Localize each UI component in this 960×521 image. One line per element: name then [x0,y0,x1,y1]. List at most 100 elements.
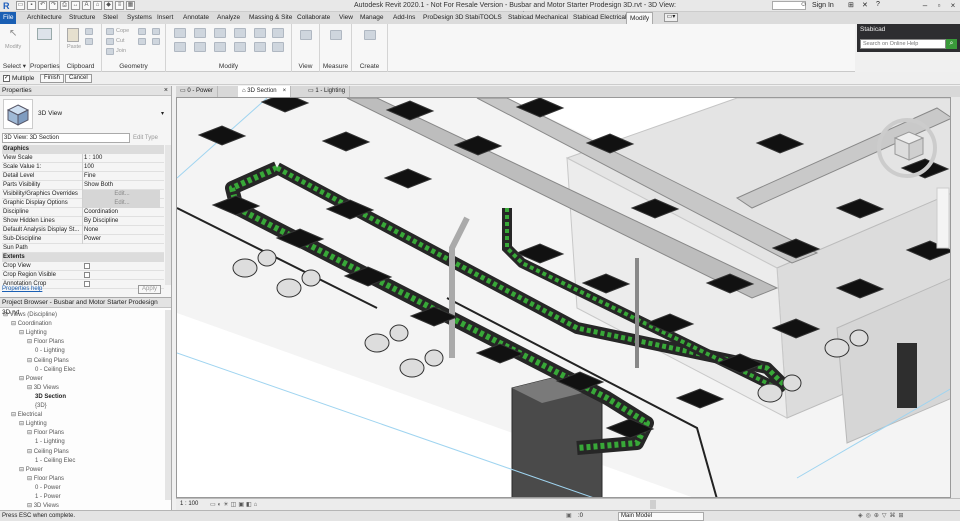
view-icon[interactable] [300,30,312,40]
tab-massing-site[interactable]: Massing & Site [246,12,295,24]
tab-modify[interactable]: Modify [626,12,654,24]
section-extents[interactable]: Extents [2,253,164,262]
model-selector[interactable]: Main Model [618,512,704,521]
tab-annotate[interactable]: Annotate [180,12,212,24]
browser-node[interactable]: ⊟ Ceiling Plans [27,357,69,366]
browser-node[interactable]: ⊟ Power [19,466,43,475]
paint-icon[interactable] [152,28,160,35]
modify-tool-label[interactable]: Modify [5,44,21,50]
demolish-icon[interactable] [152,38,160,45]
join-label[interactable]: Join [116,48,126,54]
property-row[interactable]: Graphic Display Options Edit... [2,199,164,208]
property-value[interactable]: Coordination [82,208,160,217]
cut-geometry-icon[interactable] [106,38,114,45]
tab-collaborate[interactable]: Collaborate [294,12,333,24]
multiple-checkbox[interactable]: ✓ [3,75,10,82]
properties-scrollbar[interactable] [165,145,171,285]
view-tab-3d-section[interactable]: ⌂ 3D Section × [238,86,292,97]
browser-scrollbar[interactable] [165,310,171,500]
browser-node[interactable]: 1 - Ceiling Elec [35,457,75,466]
property-checkbox[interactable] [84,263,90,269]
print-icon[interactable]: ⎙ [60,1,69,10]
collapse-icon[interactable]: ⊟ [19,467,26,473]
measure-tool-icon[interactable] [330,30,342,40]
horizontal-scrollbar[interactable] [650,500,656,509]
split-icon[interactable] [194,42,206,52]
browser-node[interactable]: ⊟ 3D Views [27,384,59,393]
create-icon[interactable] [364,30,376,40]
collapse-icon[interactable]: ⊟ [3,312,10,318]
browser-node[interactable]: ⊟ Floor Plans [27,429,64,438]
paste-label[interactable]: Paste [67,44,81,50]
property-row[interactable]: Sub-Discipline Power [2,235,164,244]
tab-view[interactable]: View [336,12,356,24]
offset-icon[interactable] [194,28,206,38]
3d-viewport[interactable] [176,97,951,498]
thin-lines-icon[interactable]: ≡ [115,1,124,10]
move-icon[interactable] [234,28,246,38]
property-row[interactable]: Visibility/Graphics Overrides Edit... [2,190,164,199]
property-value[interactable]: Edit... [82,199,160,208]
save-icon[interactable]: ▪ [27,1,36,10]
model-canvas[interactable] [177,98,951,498]
browser-node[interactable]: ⊟ Lighting [19,420,47,429]
property-row[interactable]: Discipline Coordination [2,208,164,217]
collapse-icon[interactable]: ⊟ [19,376,26,382]
collapse-icon[interactable]: ⊟ [27,358,34,364]
property-value[interactable]: None [82,226,160,235]
mirror-axis-icon[interactable] [214,28,226,38]
property-row[interactable]: Detail Level Fine [2,172,164,181]
selection-filter-icons[interactable]: ◈◎⊕▽⌘⊞ [858,512,907,519]
tab-steel[interactable]: Steel [100,12,121,24]
help-icon[interactable]: ? [876,1,880,8]
close-icon[interactable]: × [277,88,287,94]
properties-icon[interactable] [37,28,52,40]
viewport-scrollbar[interactable] [951,97,960,498]
tab-add-ins[interactable]: Add-Ins [390,12,418,24]
tab-manage[interactable]: Manage [357,12,387,24]
section-graphics[interactable]: Graphics [2,145,164,154]
cope-label[interactable]: Cope [116,28,129,34]
property-checkbox[interactable] [84,281,90,287]
browser-node[interactable]: ⊟ Ceiling Plans [27,448,69,457]
edit-type-button[interactable]: Edit Type [133,133,169,143]
tab-prodesign-3d[interactable]: ProDesign 3D [420,12,466,24]
collapse-icon[interactable]: ⊟ [19,330,26,336]
cut-icon[interactable] [85,38,93,45]
property-value[interactable]: 100 [82,163,160,172]
section-icon[interactable]: ◆ [104,1,113,10]
maximize-button[interactable]: ▫ [932,0,946,12]
undo-icon[interactable]: ↶ [38,1,47,10]
stabicad-search-input[interactable] [860,39,946,49]
3d-view-icon[interactable]: ⌂ [93,1,102,10]
browser-node[interactable]: 0 - Power [35,484,61,493]
collapse-icon[interactable]: ⊟ [19,421,26,427]
search-icon[interactable]: ⌕ [946,39,957,49]
paste-icon[interactable] [67,28,79,42]
properties-help-link[interactable]: Properties help [2,286,42,292]
close-icon[interactable]: × [164,87,168,94]
tab-structure[interactable]: Structure [66,12,98,24]
rotate-icon[interactable] [272,28,284,38]
switch-windows-icon[interactable]: ▦ [126,1,135,10]
array-icon[interactable] [214,42,226,52]
tab-stabicad-mechanical[interactable]: Stabicad Mechanical [505,12,571,24]
browser-node[interactable]: 0 - Lighting [35,347,65,356]
browser-node[interactable]: 0 - Ceiling Elec [35,366,75,375]
property-value[interactable]: Power [82,235,160,244]
cope-icon[interactable] [106,28,114,35]
view-tab-1-lighting[interactable]: ▭ 1 - Lighting [304,86,351,97]
browser-node[interactable]: ⊟ Lighting [19,329,47,338]
property-value[interactable]: By Discipline [82,217,160,226]
property-value[interactable]: Fine [82,172,160,181]
cursor-icon[interactable]: ↖ [9,28,17,39]
property-value[interactable]: Edit... [82,190,160,199]
tab-stabicad-electrical[interactable]: Stabicad Electrical [570,12,629,24]
property-row[interactable]: Parts Visibility Show Both [2,181,164,190]
user-icon[interactable]: ☺ [800,1,807,8]
scale-icon[interactable] [234,42,246,52]
property-value[interactable]: Show Both [82,181,160,190]
redo-icon[interactable]: ↷ [49,1,58,10]
align-icon[interactable] [174,28,186,38]
browser-node[interactable]: {3D} [35,402,47,411]
